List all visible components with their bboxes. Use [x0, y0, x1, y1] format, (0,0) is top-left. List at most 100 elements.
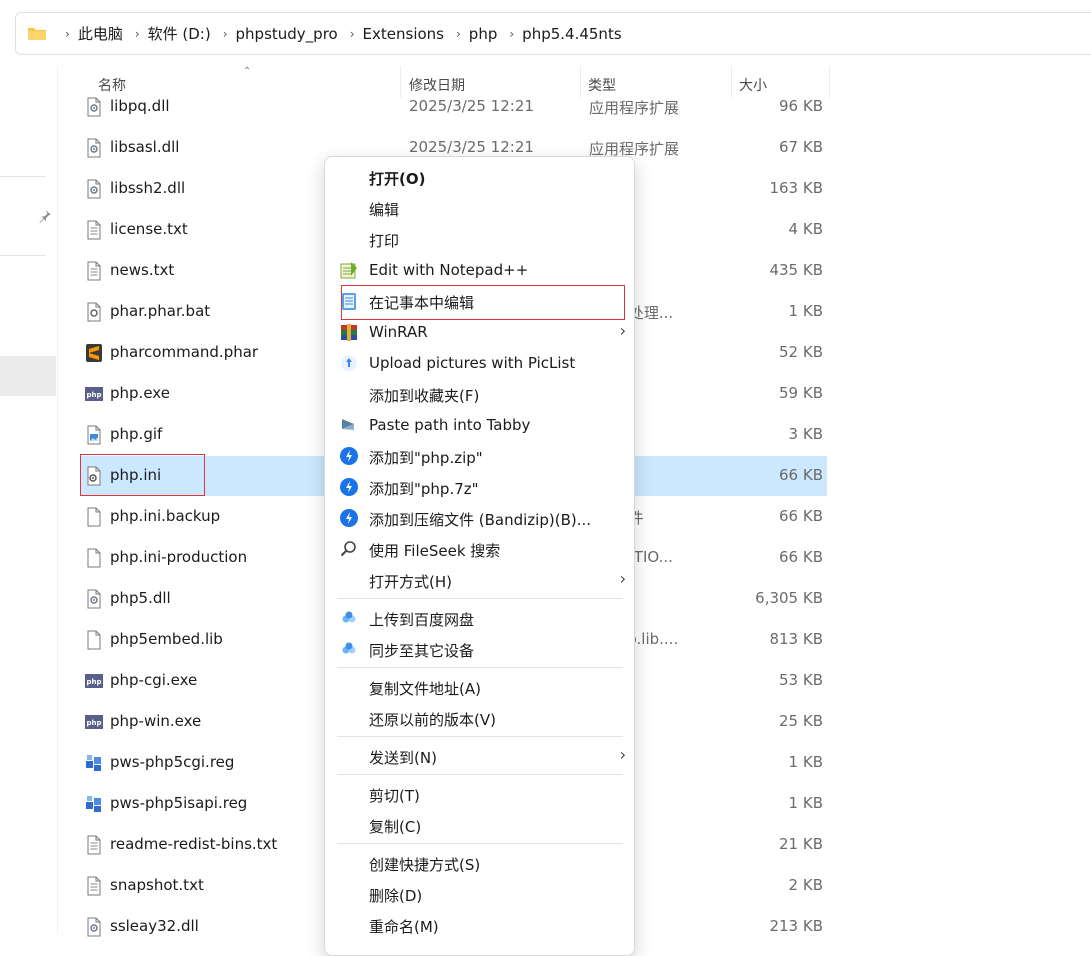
file-name: ssleay32.dll [110, 917, 199, 935]
menu-item[interactable]: 同步至其它设备 [333, 634, 626, 665]
column-divider[interactable] [829, 66, 830, 98]
sort-ascending-icon: ⌃ [243, 66, 252, 77]
file-date: 2025/3/25 12:21 [409, 97, 534, 115]
menu-item-label: 删除(D) [369, 887, 423, 905]
file-row[interactable]: libpq.dll 2025/3/25 12:21 应用程序扩展 96 KB [80, 87, 827, 127]
menu-item-label: 剪切(T) [369, 787, 420, 805]
breadcrumb-item[interactable]: Extensions [363, 25, 444, 43]
sublime-icon [86, 344, 102, 362]
menu-separator [337, 667, 623, 668]
context-menu: 打开(O) 编辑 打印 Edit with Notepad++ 在记事本中编辑 WinRA… [324, 156, 635, 956]
menu-item[interactable]: 上传到百度网盘 [333, 603, 626, 634]
menu-item-label: 使用 FileSeek 搜索 [369, 542, 501, 560]
menu-item[interactable]: 发送到(N) › [333, 741, 626, 772]
menu-item-label: 还原以前的版本(V) [369, 711, 496, 729]
menu-item-label: 打开(O) [369, 170, 426, 188]
pin-icon[interactable] [38, 209, 52, 223]
menu-item-label: WinRAR [369, 323, 428, 341]
file-name: phar.phar.bat [110, 302, 211, 320]
file-name: snapshot.txt [110, 876, 204, 894]
menu-item[interactable]: 添加到"php.zip" [333, 441, 626, 472]
text-file-icon [87, 876, 101, 896]
breadcrumb-item[interactable]: 此电脑 [78, 23, 123, 44]
menu-item-label: Upload pictures with PicList [369, 354, 576, 372]
file-type: 应用程序扩展 [589, 99, 680, 117]
menu-item[interactable]: Paste path into Tabby [333, 410, 626, 441]
dll-icon [87, 138, 101, 158]
file-size: 813 KB [769, 630, 823, 648]
menu-item[interactable]: 添加到收藏夹(F) [333, 379, 626, 410]
file-name: php-win.exe [110, 712, 202, 730]
chevron-right-icon: › [349, 26, 355, 41]
menu-item-label: 添加到收藏夹(F) [369, 387, 480, 405]
text-file-icon [87, 220, 101, 240]
php-exe-icon: php [85, 387, 103, 401]
dll-icon [87, 917, 101, 937]
file-size: 59 KB [779, 384, 823, 402]
menu-item-label: 打印 [369, 232, 400, 250]
breadcrumb-item[interactable]: 软件 (D:) [148, 23, 211, 44]
batch-file-icon [87, 302, 101, 322]
menu-item[interactable]: Edit with Notepad++ [333, 255, 626, 286]
text-file-icon [87, 835, 101, 855]
address-bar[interactable]: › 此电脑 › 软件 (D:) › phpstudy_pro › Extensions › php… [15, 12, 1091, 55]
breadcrumb-item[interactable]: php5.4.45nts [522, 25, 621, 43]
menu-item[interactable]: 添加到压缩文件 (Bandizip)(B)... [333, 503, 626, 534]
fileseek-search-icon [340, 541, 356, 557]
menu-item[interactable]: 重命名(M) [333, 910, 626, 941]
chevron-right-icon: › [619, 321, 626, 340]
menu-item[interactable]: 复制文件地址(A) [333, 672, 626, 703]
bandizip-icon [340, 478, 358, 496]
menu-item[interactable]: WinRAR › [333, 317, 626, 348]
menu-item[interactable]: 添加到"php.7z" [333, 472, 626, 503]
menu-separator [337, 843, 623, 844]
file-date: 2025/3/25 12:21 [409, 138, 534, 156]
image-file-icon [87, 425, 101, 445]
file-size: 52 KB [779, 343, 823, 361]
navigation-pane [0, 66, 57, 934]
svg-text:php: php [86, 719, 101, 727]
php-exe-icon: php [85, 674, 103, 688]
file-size: 96 KB [779, 97, 823, 115]
file-name: pws-php5cgi.reg [110, 753, 235, 771]
tabby-icon [342, 419, 354, 430]
blank-file-icon [87, 630, 101, 650]
menu-item-label: 复制(C) [369, 818, 422, 836]
file-size: 213 KB [769, 917, 823, 935]
menu-item[interactable]: 复制(C) [333, 810, 626, 841]
menu-item[interactable]: 打印 [333, 224, 626, 255]
file-size: 66 KB [779, 507, 823, 525]
file-name: pharcommand.phar [110, 343, 259, 361]
breadcrumb-item[interactable]: php [469, 25, 498, 43]
menu-item-label: Edit with Notepad++ [369, 261, 529, 279]
file-size: 4 KB [788, 220, 823, 238]
menu-item[interactable]: 使用 FileSeek 搜索 [333, 534, 626, 565]
notepadpp-icon [340, 262, 357, 279]
menu-item-label: 打开方式(H) [369, 573, 452, 591]
menu-item[interactable]: 打开方式(H) › [333, 565, 626, 596]
text-file-icon [87, 261, 101, 281]
chevron-right-icon: › [222, 26, 228, 41]
menu-item[interactable]: 打开(O) [333, 162, 626, 193]
menu-item[interactable]: 创建快捷方式(S) [333, 848, 626, 879]
php-exe-icon: php [85, 715, 103, 729]
menu-item[interactable]: 编辑 [333, 193, 626, 224]
file-size: 1 KB [788, 794, 823, 812]
file-size: 67 KB [779, 138, 823, 156]
menu-item[interactable]: Upload pictures with PicList [333, 348, 626, 379]
file-size: 3 KB [788, 425, 823, 443]
menu-item[interactable]: 删除(D) [333, 879, 626, 910]
file-name: readme-redist-bins.txt [110, 835, 278, 853]
file-size: 25 KB [779, 712, 823, 730]
nav-selected-item[interactable] [0, 356, 56, 396]
menu-item-label: 发送到(N) [369, 749, 437, 767]
menu-item[interactable]: 还原以前的版本(V) [333, 703, 626, 734]
registry-icon [86, 755, 101, 771]
menu-separator [337, 736, 623, 737]
menu-item-label: 复制文件地址(A) [369, 680, 481, 698]
breadcrumb-item[interactable]: phpstudy_pro [236, 25, 338, 43]
dll-icon [87, 97, 101, 117]
svg-text:php: php [86, 678, 101, 686]
menu-item[interactable]: 剪切(T) [333, 779, 626, 810]
bandizip-icon [340, 509, 358, 527]
